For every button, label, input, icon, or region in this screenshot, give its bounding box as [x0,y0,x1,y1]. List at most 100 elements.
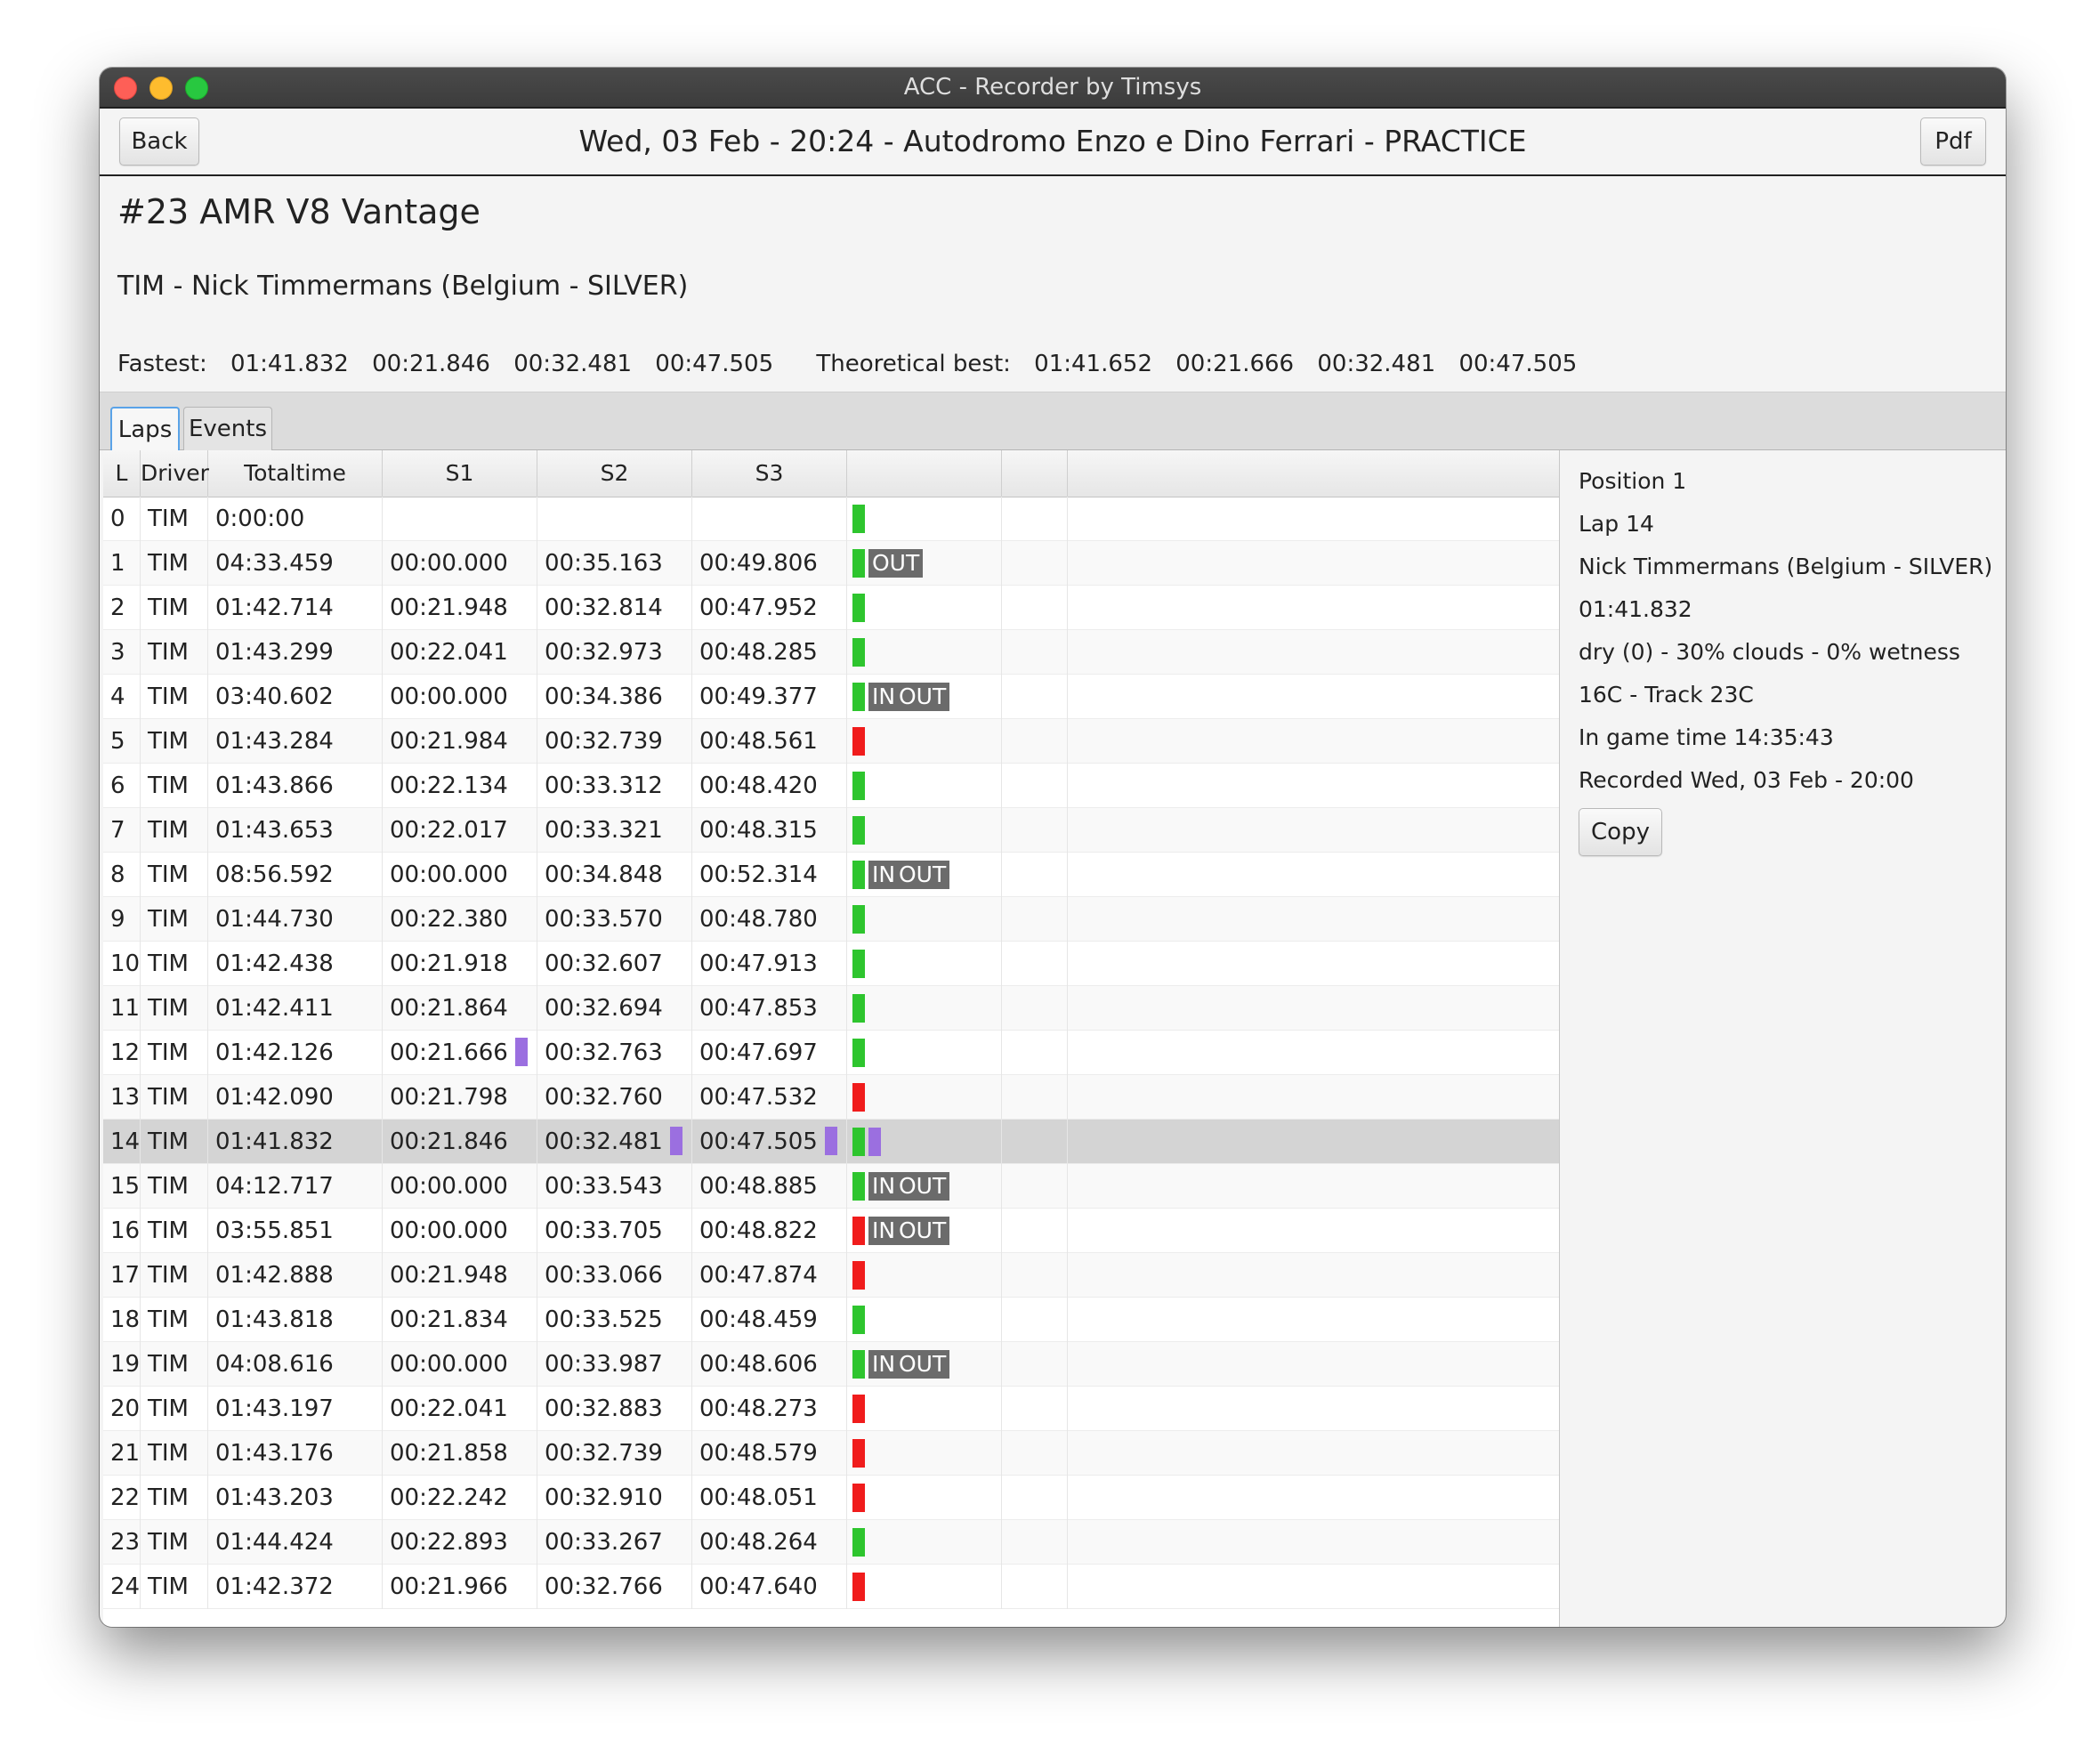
cell-lap: 6 [103,764,141,808]
cell-lap: 1 [103,541,141,586]
best-lap-marker [868,1128,881,1156]
table-row[interactable]: 16 TIM 03:55.851 00:00.000 00:33.705 00:48.82… [103,1209,1559,1253]
table-row[interactable]: 0 TIM 0:00:00 [103,497,1559,541]
table-row[interactable]: 1 TIM 04:33.459 00:00.000 00:35.163 00:49.806… [103,541,1559,586]
cell-s2 [537,497,692,541]
table-row[interactable]: 22 TIM 01:43.203 00:22.242 00:32.910 00:48.05… [103,1476,1559,1520]
cell-lap-text: 16 [110,1217,141,1244]
cell-s3-text: 00:48.315 [699,817,818,844]
cell-extra [1002,1387,1068,1431]
table-row[interactable]: 11 TIM 01:42.411 00:21.864 00:32.694 00:47.85… [103,986,1559,1031]
cell-s1 [383,497,537,541]
best-sector-marker [514,1037,528,1066]
cell-s3 [692,497,847,541]
cell-s3-text: 00:52.314 [699,861,818,888]
cell-s2-text: 00:33.987 [545,1351,663,1378]
column-header-extra[interactable] [1002,450,1068,497]
cell-lap: 3 [103,630,141,675]
column-header-driver[interactable]: Driver [141,450,209,497]
column-header-status[interactable] [847,450,1002,497]
cell-totaltime: 03:55.851 [208,1209,383,1253]
cell-lap: 18 [103,1298,141,1342]
table-row[interactable]: 6 TIM 01:43.866 00:22.134 00:33.312 00:48.420 [103,764,1559,808]
laps-table: L Driver Totaltime S1 S2 S3 0 TIM 0:00:00 1… [103,450,1560,1627]
pit-out-tag: OUT [895,1217,950,1245]
column-header-s2[interactable]: S2 [537,450,692,497]
cell-totaltime-text: 01:42.411 [215,995,334,1022]
table-row[interactable]: 18 TIM 01:43.818 00:21.834 00:33.525 00:48.45… [103,1298,1559,1342]
table-row[interactable]: 12 TIM 01:42.126 00:21.666 00:32.763 00:47.69… [103,1031,1559,1075]
table-row[interactable]: 8 TIM 08:56.592 00:00.000 00:34.848 00:52.314… [103,853,1559,897]
table-row[interactable]: 19 TIM 04:08.616 00:00.000 00:33.987 00:48.60… [103,1342,1559,1387]
cell-s2-text: 00:34.848 [545,861,663,888]
cell-s1-text: 00:21.834 [390,1306,508,1333]
cell-extra [1002,586,1068,630]
cell-lap: 11 [103,986,141,1031]
cell-s2: 00:33.267 [537,1520,692,1565]
pit-in-tag: IN [868,1172,900,1201]
cell-s2: 00:32.883 [537,1387,692,1431]
cell-s2: 00:32.910 [537,1476,692,1520]
cell-s2-text: 00:32.694 [545,995,663,1022]
cell-s3: 00:47.532 [692,1075,847,1120]
cell-s2: 00:33.570 [537,897,692,942]
cell-lap: 15 [103,1164,141,1209]
cell-lap: 12 [103,1031,141,1075]
cell-driver-text: TIM [148,950,189,977]
cell-s1: 00:00.000 [383,1209,537,1253]
cell-s3: 00:48.459 [692,1298,847,1342]
table-row[interactable]: 24 TIM 01:42.372 00:21.966 00:32.766 00:47.64… [103,1565,1559,1609]
tab-laps[interactable]: Laps [110,407,180,451]
pdf-button[interactable]: Pdf [1920,117,1986,166]
column-header-totaltime[interactable]: Totaltime [208,450,383,497]
cell-s2-text: 00:33.066 [545,1262,663,1289]
cell-lap: 24 [103,1565,141,1609]
table-row[interactable]: 23 TIM 01:44.424 00:22.893 00:33.267 00:48.26… [103,1520,1559,1565]
table-row[interactable]: 2 TIM 01:42.714 00:21.948 00:32.814 00:47.952 [103,586,1559,630]
cell-lap-text: 5 [110,728,125,755]
column-header-lap[interactable]: L [103,450,141,497]
cell-totaltime-text: 01:44.424 [215,1529,334,1556]
cell-s3: 00:47.913 [692,942,847,986]
cell-s3-text: 00:47.874 [699,1262,818,1289]
cell-totaltime: 01:41.832 [208,1120,383,1164]
cell-lap-text: 15 [110,1173,141,1200]
cell-driver: TIM [141,1298,208,1342]
cell-lap-text: 18 [110,1306,141,1333]
cell-s2-text: 00:33.312 [545,772,663,799]
copy-button[interactable]: Copy [1579,808,1662,856]
cell-s2: 00:32.739 [537,1431,692,1476]
column-header-s1[interactable]: S1 [383,450,537,497]
cell-s1: 00:00.000 [383,1164,537,1209]
pit-in-tag: IN [868,1350,900,1379]
table-row[interactable]: 21 TIM 01:43.176 00:21.858 00:32.739 00:48.57… [103,1431,1559,1476]
cell-extra [1002,675,1068,719]
table-row[interactable]: 15 TIM 04:12.717 00:00.000 00:33.543 00:48.88… [103,1164,1559,1209]
column-header-s3[interactable]: S3 [692,450,847,497]
cell-totaltime: 01:44.730 [208,897,383,942]
table-row[interactable]: 4 TIM 03:40.602 00:00.000 00:34.386 00:49.377… [103,675,1559,719]
cell-s3: 00:48.273 [692,1387,847,1431]
table-row[interactable]: 10 TIM 01:42.438 00:21.918 00:32.607 00:47.91… [103,942,1559,986]
table-row[interactable]: 20 TIM 01:43.197 00:22.041 00:32.883 00:48.27… [103,1387,1559,1431]
table-row[interactable]: 13 TIM 01:42.090 00:21.798 00:32.760 00:47.53… [103,1075,1559,1120]
table-row[interactable]: 3 TIM 01:43.299 00:22.041 00:32.973 00:48.285 [103,630,1559,675]
tab-events[interactable]: Events [183,407,272,450]
table-row[interactable]: 7 TIM 01:43.653 00:22.017 00:33.321 00:48.315 [103,808,1559,853]
cell-status [847,1253,1002,1298]
table-row[interactable]: 9 TIM 01:44.730 00:22.380 00:33.570 00:48.780 [103,897,1559,942]
cell-s2: 00:33.705 [537,1209,692,1253]
best-sector-marker [669,1126,682,1155]
cell-driver-text: TIM [148,550,189,577]
pit-in-tag: IN [868,1217,900,1245]
cell-totaltime-text: 01:42.438 [215,950,334,977]
info-game-time: In game time 14:35:43 [1579,724,1834,750]
table-row[interactable]: 5 TIM 01:43.284 00:21.984 00:32.739 00:48.561 [103,719,1559,764]
table-row[interactable]: 17 TIM 01:42.888 00:21.948 00:33.066 00:47.87… [103,1253,1559,1298]
cell-driver-text: TIM [148,1573,189,1600]
cell-lap-text: 19 [110,1351,141,1378]
table-row[interactable]: 14 TIM 01:41.832 00:21.846 00:32.481 00:47.50… [103,1120,1559,1164]
cell-totaltime-text: 01:42.090 [215,1084,334,1111]
cell-s3: 00:48.606 [692,1342,847,1387]
cell-extra [1002,986,1068,1031]
